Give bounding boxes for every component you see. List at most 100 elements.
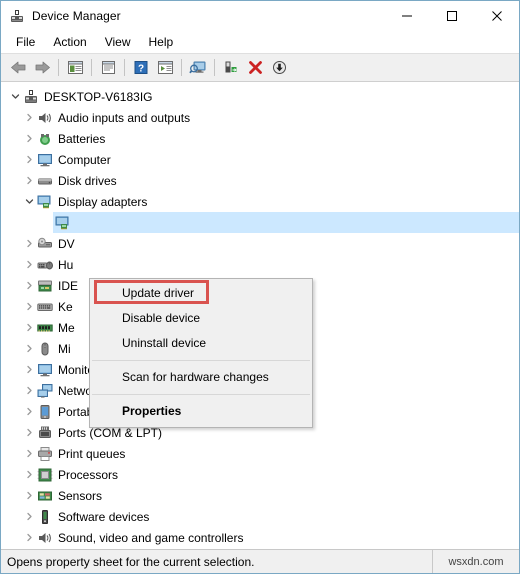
minimize-button[interactable] (384, 1, 429, 31)
chevron-right-icon[interactable] (21, 107, 37, 128)
speaker-icon (37, 110, 53, 126)
toolbar-separator (214, 59, 215, 76)
window-controls (384, 1, 519, 31)
console-tree-icon (67, 60, 84, 75)
svg-text:?: ? (138, 63, 144, 74)
ctx-uninstall-device[interactable]: Uninstall device (90, 331, 312, 356)
menu-action[interactable]: Action (44, 33, 95, 51)
toolbar-separator (58, 59, 59, 76)
chevron-right-icon[interactable] (21, 506, 37, 527)
network-adapter-icon (37, 383, 53, 399)
menu-file[interactable]: File (7, 33, 44, 51)
ctx-properties[interactable]: Properties (90, 399, 312, 424)
chevron-down-icon[interactable] (7, 86, 23, 107)
hid-icon (37, 257, 53, 273)
device-manager-window: Device Manager File Action View Help ? D… (0, 0, 520, 574)
chevron-right-icon[interactable] (21, 128, 37, 149)
status-text: Opens property sheet for the current sel… (7, 554, 255, 569)
tree-row-label: Computer (58, 152, 111, 167)
tree-row-dvd-cd-rom-drives[interactable]: DV (1, 233, 519, 254)
tree-row-label: Mi (58, 341, 71, 356)
show-hide-console-tree-button[interactable] (63, 56, 87, 79)
chevron-right-icon[interactable] (21, 233, 37, 254)
tree-row-human-interface-devices[interactable]: Hu (1, 254, 519, 275)
watermark: wsxdn.com (432, 550, 519, 573)
disable-device-button[interactable] (267, 56, 291, 79)
portable-device-icon (37, 404, 53, 420)
tree-row-audio-inputs-and-outputs[interactable]: Audio inputs and outputs (1, 107, 519, 128)
tree-row-label: Me (58, 320, 75, 335)
chevron-right-icon[interactable] (21, 254, 37, 275)
tree-row-sound-video-and-game-controllers[interactable]: Sound, video and game controllers (1, 527, 519, 548)
help-button[interactable]: ? (129, 56, 153, 79)
tree-row-processors[interactable]: Processors (1, 464, 519, 485)
maximize-button[interactable] (429, 1, 474, 31)
processor-icon (37, 467, 53, 483)
speaker-icon (37, 530, 53, 546)
tree-row-root[interactable]: DESKTOP-V6183IG (1, 86, 519, 107)
monitor-icon (37, 362, 53, 378)
chevron-right-icon[interactable] (21, 317, 37, 338)
chevron-right-icon[interactable] (21, 275, 37, 296)
sensor-icon (37, 488, 53, 504)
tree-row-computer[interactable]: Computer (1, 149, 519, 170)
ctx-update-driver[interactable]: Update driver (90, 281, 312, 306)
dvd-drive-icon (37, 236, 53, 252)
tree-row-label: Audio inputs and outputs (58, 110, 191, 125)
toolbar-separator (181, 59, 182, 76)
device-tree[interactable]: DESKTOP-V6183IG Audio inputs and outputs (1, 82, 519, 549)
chevron-right-icon[interactable] (21, 422, 37, 443)
tree-row-selected-display-device[interactable] (1, 212, 519, 233)
tree-row-display-adapters[interactable]: Display adapters (1, 191, 519, 212)
context-menu-separator (92, 360, 310, 361)
tree-row-label: Display adapters (58, 194, 148, 209)
chevron-right-icon[interactable] (21, 464, 37, 485)
ctx-scan-hardware-changes[interactable]: Scan for hardware changes (90, 365, 312, 390)
toolbar-separator (91, 59, 92, 76)
tree-row-label: Processors (58, 467, 119, 482)
tree-row-print-queues[interactable]: Print queues (1, 443, 519, 464)
chevron-right-icon[interactable] (21, 359, 37, 380)
monitor-icon (37, 152, 53, 168)
chevron-down-icon[interactable] (21, 191, 37, 212)
context-menu-separator (92, 394, 310, 395)
memory-icon (37, 320, 53, 336)
chevron-right-icon[interactable] (21, 380, 37, 401)
menu-view[interactable]: View (96, 33, 140, 51)
context-menu[interactable]: Update driver Disable device Uninstall d… (89, 278, 313, 428)
scan-hardware-changes-button[interactable] (186, 56, 210, 79)
close-button[interactable] (474, 1, 519, 31)
chevron-right-icon[interactable] (21, 527, 37, 548)
scan-monitor-icon (189, 60, 207, 75)
battery-icon (37, 131, 53, 147)
tree-row-sensors[interactable]: Sensors (1, 485, 519, 506)
forward-button[interactable] (30, 56, 54, 79)
menu-help[interactable]: Help (140, 33, 183, 51)
back-button[interactable] (6, 56, 30, 79)
chevron-right-icon[interactable] (21, 149, 37, 170)
chevron-right-icon[interactable] (21, 296, 37, 317)
tree-row-software-devices[interactable]: Software devices (1, 506, 519, 527)
chevron-right-icon[interactable] (21, 170, 37, 191)
tree-row-batteries[interactable]: Batteries (1, 128, 519, 149)
chevron-right-icon[interactable] (21, 443, 37, 464)
chevron-right-icon[interactable] (21, 485, 37, 506)
software-device-icon (37, 509, 53, 525)
toolbar-separator (124, 59, 125, 76)
tree-row-label: Sensors (58, 488, 103, 503)
properties-button[interactable] (96, 56, 120, 79)
device-manager-icon (9, 8, 25, 24)
update-driver-button[interactable] (219, 56, 243, 79)
tree-row-label: Batteries (58, 131, 106, 146)
tree-row-label: DV (58, 236, 75, 251)
tree-row-disk-drives[interactable]: Disk drives (1, 170, 519, 191)
tree-row-label: Print queues (58, 446, 126, 461)
ctx-disable-device[interactable]: Disable device (90, 306, 312, 331)
chevron-right-icon[interactable] (21, 338, 37, 359)
display-adapter-icon (55, 215, 71, 231)
chevron-right-icon[interactable] (21, 401, 37, 422)
uninstall-device-button[interactable] (243, 56, 267, 79)
show-hide-action-pane-button[interactable] (153, 56, 177, 79)
window-title: Device Manager (32, 9, 121, 23)
tree-row-label: Hu (58, 257, 74, 272)
